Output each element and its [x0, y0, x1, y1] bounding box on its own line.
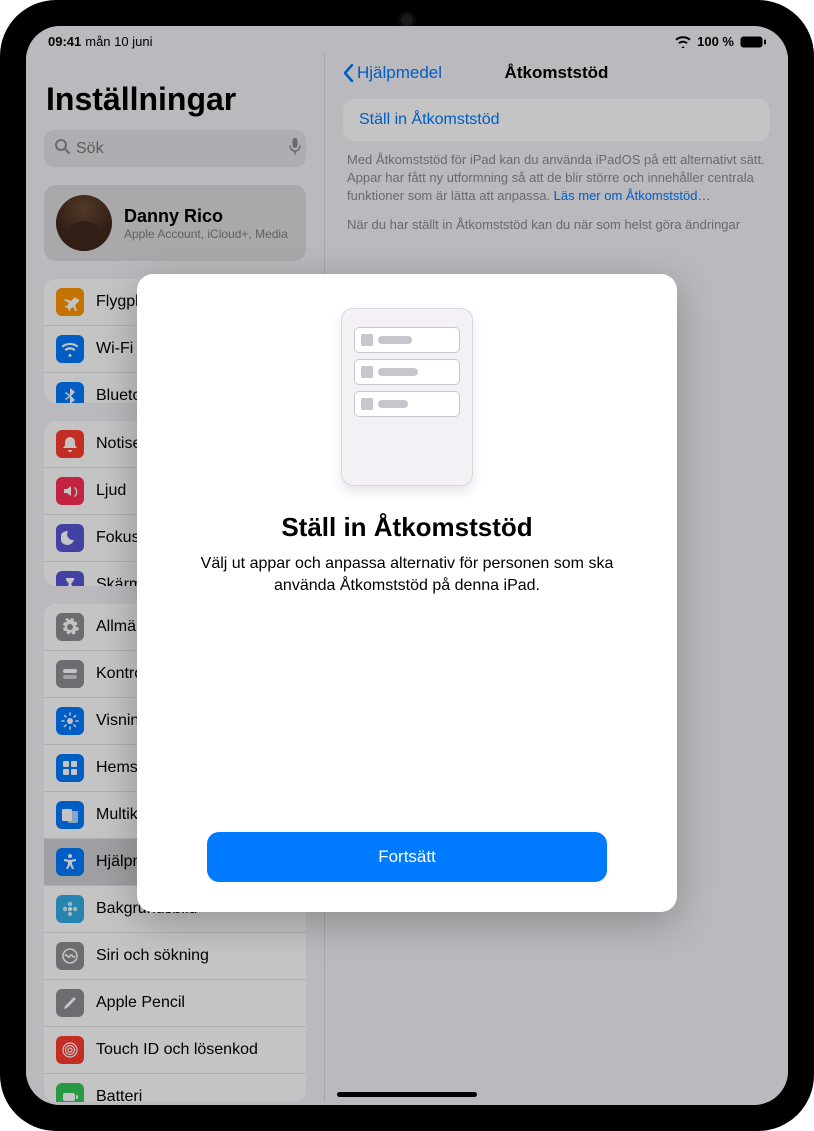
- hero-illustration: [341, 308, 473, 486]
- front-camera: [401, 14, 413, 26]
- setup-modal: Ställ in Åtkomststöd Välj ut appar och a…: [137, 274, 677, 912]
- modal-title: Ställ in Åtkomststöd: [281, 512, 532, 543]
- screen: 09:41 mån 10 juni 100 % Inställningar: [26, 26, 788, 1105]
- home-indicator[interactable]: [337, 1092, 477, 1097]
- modal-description: Välj ut appar och anpassa alternativ för…: [197, 553, 617, 596]
- continue-button[interactable]: Fortsätt: [207, 832, 607, 882]
- ipad-device-frame: 09:41 mån 10 juni 100 % Inställningar: [0, 0, 814, 1131]
